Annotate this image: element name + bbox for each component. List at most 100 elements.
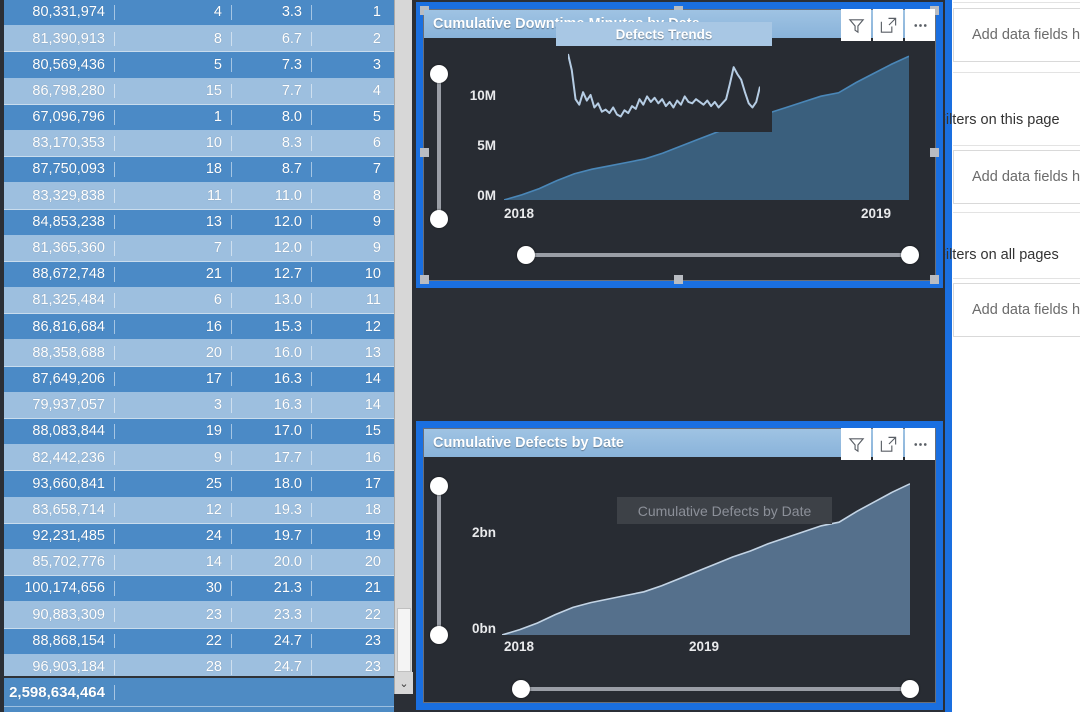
table-row[interactable]: 88,672,748 21 12.7 10: [4, 261, 394, 289]
downtime-x-zoom-slider-left-handle[interactable]: [517, 246, 535, 264]
table-cell-3: 9: [372, 214, 381, 230]
pane-divider-3: [953, 212, 1080, 213]
filters-on-this-visual-dropzone[interactable]: Add data fields here: [953, 8, 1080, 62]
table-cell-2: 11.0: [232, 188, 312, 204]
table-row[interactable]: 93,660,841 25 18.0 17: [4, 471, 394, 498]
table-cell-1: 23: [115, 607, 232, 623]
table-cell-2: 8.0: [232, 110, 312, 125]
table-row[interactable]: 92,231,485 24 19.7 19: [4, 523, 394, 550]
table-row[interactable]: 86,816,684 16 15.3 12: [4, 314, 394, 341]
table-row[interactable]: 83,329,838 11 11.0 8: [4, 183, 394, 210]
table-row[interactable]: 83,170,353 10 8.3 6: [4, 130, 394, 158]
table-row[interactable]: 87,750,093 18 8.7 7: [4, 157, 394, 184]
table-cell-3: 7: [372, 162, 381, 177]
defects-trends-line-chart-plot[interactable]: [568, 52, 760, 122]
table-row[interactable]: 86,798,280 15 7.7 4: [4, 78, 394, 105]
table-row[interactable]: 82,442,236 9 17.7 16: [4, 445, 394, 472]
table-cell-1: 30: [115, 581, 232, 596]
table-row[interactable]: 79,937,057 3 16.3 14: [4, 392, 394, 419]
table-cell-0: 81,325,484: [4, 293, 115, 308]
resize-handle-middle-left[interactable]: [420, 148, 429, 157]
table-row[interactable]: 81,325,484 6 13.0 11: [4, 288, 394, 315]
table-cell-2: 16.3: [232, 371, 312, 387]
table-row[interactable]: 88,868,154 22 24.7 23: [4, 628, 394, 655]
table-cell-2: 7.7: [232, 83, 312, 99]
table-row[interactable]: 88,358,688 20 16.0 13: [4, 340, 394, 367]
table-row[interactable]: 84,853,238 13 12.0 9: [4, 209, 394, 236]
table-cell-3: 9: [372, 241, 381, 256]
table-cell-1: 14: [115, 555, 232, 570]
defects-y-zoom-slider-track[interactable]: [437, 484, 441, 636]
filter-icon[interactable]: [841, 9, 871, 41]
table-cell-0: 87,649,206: [4, 371, 115, 387]
table-row[interactable]: 87,649,206 17 16.3 14: [4, 366, 394, 393]
defects-trends-visual[interactable]: Defects Trends: [556, 22, 772, 132]
table-vertical-scrollbar[interactable]: ⌄: [394, 0, 413, 694]
more-options-icon[interactable]: [905, 9, 935, 41]
table-row[interactable]: 67,096,796 1 8.0 5: [4, 104, 394, 131]
focus-mode-icon[interactable]: [873, 9, 903, 41]
resize-handle-bottom-right[interactable]: [930, 275, 939, 284]
table-cell-0: 88,868,154: [4, 633, 115, 649]
more-options-icon[interactable]: [905, 428, 935, 460]
table-cell-2: 16.0: [232, 345, 312, 361]
table-cell-1: 16: [115, 319, 232, 335]
downtime-y-zoom-slider-top-handle[interactable]: [430, 65, 448, 83]
resize-handle-bottom-center[interactable]: [674, 275, 683, 284]
table-rows-container[interactable]: 80,331,974 4 3.3 1 81,390,913 8 6.7 2 80,569,436…: [4, 0, 394, 712]
table-cell-0: 93,660,841: [4, 476, 115, 492]
table-cell-3: 8: [372, 188, 381, 204]
filter-icon[interactable]: [841, 428, 871, 460]
filters-on-all-pages-dropzone[interactable]: Add data fields here: [953, 283, 1080, 337]
table-row[interactable]: 85,702,776 14 20.0 20: [4, 549, 394, 577]
defects-xtick-2019: 2019: [689, 639, 720, 654]
table-cell-0: 84,853,238: [4, 214, 115, 230]
defects-ytick-2bn: 2bn: [471, 525, 496, 540]
table-cell-0: 88,358,688: [4, 345, 115, 361]
resize-handle-middle-right[interactable]: [930, 148, 939, 157]
resize-handle-bottom-left[interactable]: [420, 275, 429, 284]
table-row[interactable]: 88,083,844 19 17.0 15: [4, 419, 394, 446]
table-cell-3: 13: [364, 345, 381, 361]
pane-divider-0: [953, 2, 1080, 3]
defects-visual-selected-frame[interactable]: Cumulative Defects by Date 2bn 0bn 2018 …: [416, 421, 943, 710]
scroll-down-arrow-icon[interactable]: ⌄: [395, 672, 413, 694]
table-cell-1: 21: [115, 267, 232, 282]
downtime-x-zoom-slider-right-handle[interactable]: [901, 246, 919, 264]
table-visual[interactable]: 80,331,974 4 3.3 1 81,390,913 8 6.7 2 80,569,436…: [0, 0, 414, 712]
downtime-y-zoom-slider-track[interactable]: [437, 72, 441, 220]
table-cell-2: 16.3: [232, 398, 312, 413]
report-canvas[interactable]: Cumulative Downtime Minutes by Date: [414, 0, 1012, 712]
table-cell-2: 21.3: [232, 581, 312, 596]
downtime-x-zoom-slider-track[interactable]: [524, 253, 909, 257]
table-row[interactable]: 80,569,436 5 7.3 3: [4, 52, 394, 79]
pane-divider-2: [953, 145, 1080, 146]
pane-divider-1: [953, 72, 1080, 73]
defects-x-zoom-slider-right-handle[interactable]: [901, 680, 919, 698]
table-cell-1: 20: [115, 345, 232, 361]
table-cell-1: 3: [115, 398, 232, 413]
table-cell-1: 1: [115, 110, 232, 125]
table-row[interactable]: 81,365,360 7 12.0 9: [4, 235, 394, 262]
table-row[interactable]: 83,658,714 12 19.3 18: [4, 497, 394, 524]
table-row[interactable]: 81,390,913 8 6.7 2: [4, 26, 394, 53]
downtime-y-zoom-slider-bottom-handle[interactable]: [430, 210, 448, 228]
defects-y-zoom-slider-bottom-handle[interactable]: [430, 626, 448, 644]
focus-mode-icon[interactable]: [873, 428, 903, 460]
table-row[interactable]: 100,174,656 30 21.3 21: [4, 576, 394, 603]
defects-visual[interactable]: Cumulative Defects by Date 2bn 0bn 2018 …: [423, 428, 936, 703]
table-cell-2: 12.0: [232, 241, 312, 256]
scrollbar-thumb[interactable]: [397, 608, 411, 672]
table-cell-3: 16: [364, 450, 381, 466]
table-row[interactable]: 80,331,974 4 3.3 1: [4, 0, 394, 27]
defects-y-zoom-slider-top-handle[interactable]: [430, 477, 448, 495]
defects-area-chart-plot[interactable]: [502, 467, 910, 635]
table-cell-0: 86,816,684: [4, 319, 115, 335]
table-row[interactable]: 90,883,309 23 23.3 22: [4, 602, 394, 629]
defects-x-zoom-slider-track[interactable]: [520, 687, 909, 691]
defects-x-zoom-slider-left-handle[interactable]: [512, 680, 530, 698]
filters-pane[interactable]: Add data fields here Filters on this pag…: [945, 0, 1080, 712]
table-cell-2: 17.7: [232, 450, 312, 466]
filters-on-this-page-dropzone[interactable]: Add data fields here: [953, 150, 1080, 204]
table-cell-2: 20.0: [232, 555, 312, 570]
